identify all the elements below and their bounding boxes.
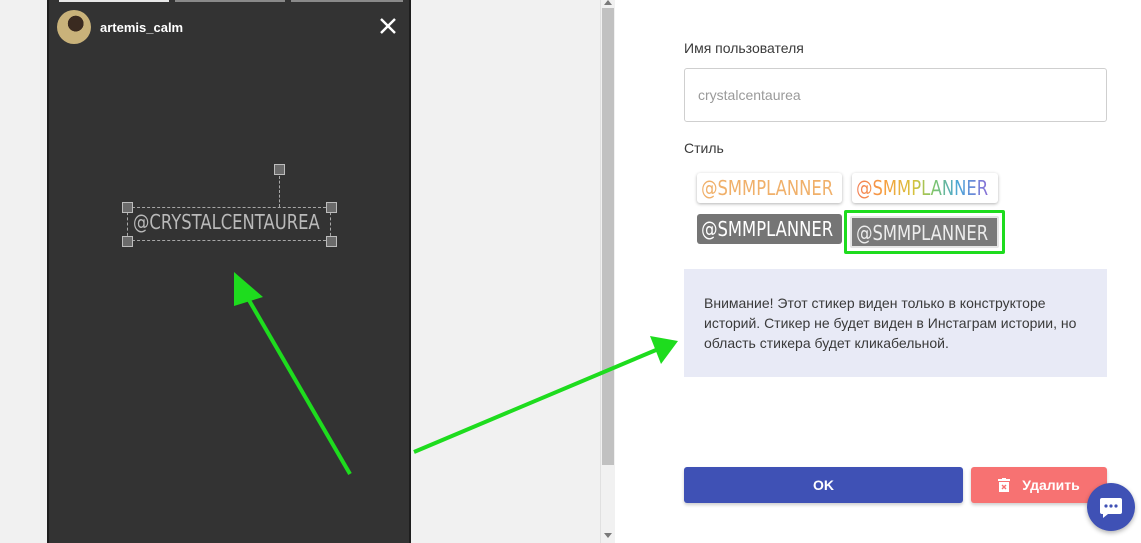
style-option-text: @SMMPLANNER bbox=[852, 173, 988, 203]
style-option-orange[interactable]: @SMMPLANNER bbox=[697, 173, 842, 203]
scroll-thumb[interactable] bbox=[602, 8, 614, 465]
close-icon[interactable] bbox=[377, 15, 399, 37]
story-frame: artemis_calm @CRYSTALCENTAUREA bbox=[47, 0, 411, 543]
rotate-line bbox=[279, 176, 280, 207]
resize-handle-bottom-left[interactable] bbox=[122, 236, 133, 247]
avatar bbox=[57, 10, 91, 44]
story-preview-area: artemis_calm @CRYSTALCENTAUREA bbox=[0, 0, 600, 543]
resize-handle-top-right[interactable] bbox=[326, 202, 337, 213]
resize-handle-top-left[interactable] bbox=[122, 202, 133, 213]
ok-button[interactable]: OK bbox=[684, 467, 963, 503]
username-label: Имя пользователя bbox=[684, 40, 804, 56]
style-option-gray[interactable]: @SMMPLANNER bbox=[697, 214, 842, 244]
delete-button-label: Удалить bbox=[1022, 477, 1080, 493]
style-option-text: @SMMPLANNER bbox=[856, 221, 989, 245]
style-label: Стиль bbox=[684, 140, 724, 156]
username-input[interactable] bbox=[684, 68, 1107, 122]
story-progress-segment bbox=[59, 0, 169, 2]
story-progress-segment bbox=[175, 0, 285, 2]
scroll-down-icon[interactable] bbox=[604, 533, 612, 538]
style-option-transparent-selected[interactable]: @SMMPLANNER bbox=[844, 210, 1005, 254]
style-option-rainbow[interactable]: @SMMPLANNER bbox=[852, 173, 998, 203]
scroll-up-icon[interactable] bbox=[604, 0, 612, 5]
mention-sticker[interactable]: @CRYSTALCENTAUREA bbox=[122, 164, 337, 249]
style-option-inner: @SMMPLANNER bbox=[850, 216, 999, 248]
style-option-text: @SMMPLANNER bbox=[701, 217, 834, 241]
resize-handle-bottom-right[interactable] bbox=[326, 236, 337, 247]
story-progress-segment bbox=[291, 0, 403, 2]
sticker-settings-panel: Имя пользователя Стиль @SMMPLANNER @SMMP… bbox=[615, 0, 1141, 543]
sticker-text: @CRYSTALCENTAUREA bbox=[133, 210, 320, 234]
scrollbar[interactable] bbox=[600, 0, 615, 543]
rotate-handle[interactable] bbox=[274, 164, 285, 175]
style-option-text: @SMMPLANNER bbox=[701, 176, 834, 200]
trash-icon bbox=[998, 477, 1011, 492]
notice-box: Внимание! Этот стикер виден только в кон… bbox=[684, 269, 1107, 377]
chat-icon bbox=[1100, 498, 1122, 518]
story-username: artemis_calm bbox=[100, 20, 184, 35]
chat-button[interactable] bbox=[1087, 483, 1135, 531]
